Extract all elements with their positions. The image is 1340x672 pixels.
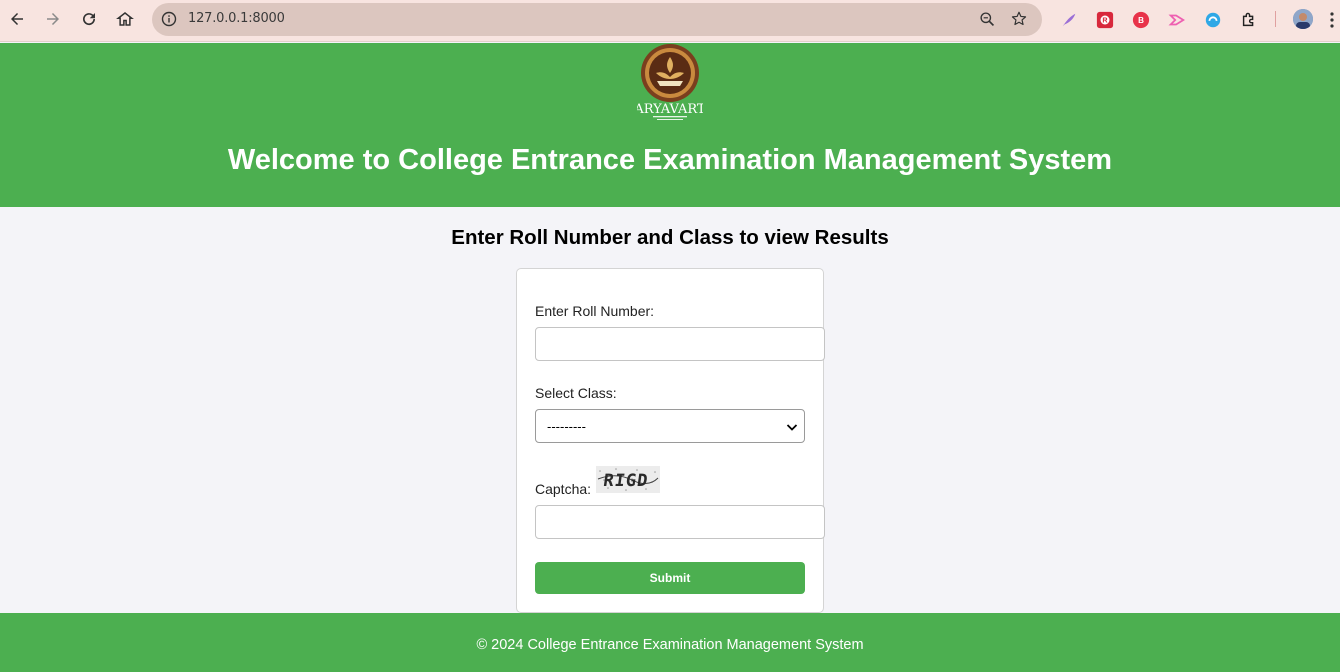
svg-text:ARYAVART: ARYAVART	[637, 102, 703, 117]
swirl-extension-icon[interactable]	[1203, 10, 1223, 30]
zoom-icon[interactable]	[979, 11, 996, 28]
class-select[interactable]: ---------	[535, 409, 805, 443]
page-heading: Enter Roll Number and Class to view Resu…	[451, 226, 889, 249]
roll-number-label: Enter Roll Number:	[535, 303, 655, 319]
svg-text:B: B	[1138, 16, 1144, 25]
college-logo: ARYAVART	[637, 44, 703, 120]
arrow-extension-icon[interactable]	[1167, 10, 1187, 30]
back-icon[interactable]	[5, 7, 29, 31]
r-extension-icon[interactable]: R	[1095, 10, 1115, 30]
url-text: 127.0.0.1:8000	[188, 11, 285, 26]
captcha-image: RIGD	[596, 466, 660, 493]
class-select-value: ---------	[547, 419, 586, 434]
home-icon[interactable]	[113, 7, 137, 31]
site-header: ARYAVART Welcome to College Entrance Exa…	[0, 43, 1340, 207]
chevron-down-icon	[786, 424, 798, 431]
toolbar-divider	[1275, 11, 1276, 27]
browser-toolbar: 127.0.0.1:8000 R B	[0, 0, 1340, 42]
svg-text:R: R	[1102, 16, 1108, 25]
puzzle-icon[interactable]	[1239, 10, 1259, 30]
site-info-icon[interactable]	[161, 11, 177, 27]
b-extension-icon[interactable]: B	[1131, 10, 1151, 30]
class-label: Select Class:	[535, 385, 617, 401]
bookmark-star-icon[interactable]	[1010, 10, 1028, 28]
roll-number-input[interactable]	[535, 327, 825, 361]
footer-copyright: © 2024 College Entrance Examination Mana…	[476, 637, 864, 653]
submit-button[interactable]: Submit	[535, 562, 805, 594]
svg-text:RIGD: RIGD	[602, 471, 650, 491]
quill-icon[interactable]	[1059, 10, 1079, 30]
menu-dots-icon[interactable]	[1329, 11, 1335, 29]
result-form: Enter Roll Number: Select Class: -------…	[516, 268, 825, 613]
address-bar[interactable]: 127.0.0.1:8000	[152, 3, 1042, 36]
forward-icon[interactable]	[41, 7, 65, 31]
captcha-input[interactable]	[535, 505, 825, 539]
reload-icon[interactable]	[77, 7, 101, 31]
site-footer: © 2024 College Entrance Examination Mana…	[0, 613, 1340, 672]
captcha-label: Captcha:	[535, 481, 592, 497]
profile-avatar[interactable]	[1293, 9, 1313, 29]
site-title: Welcome to College Entrance Examination …	[227, 144, 1113, 176]
